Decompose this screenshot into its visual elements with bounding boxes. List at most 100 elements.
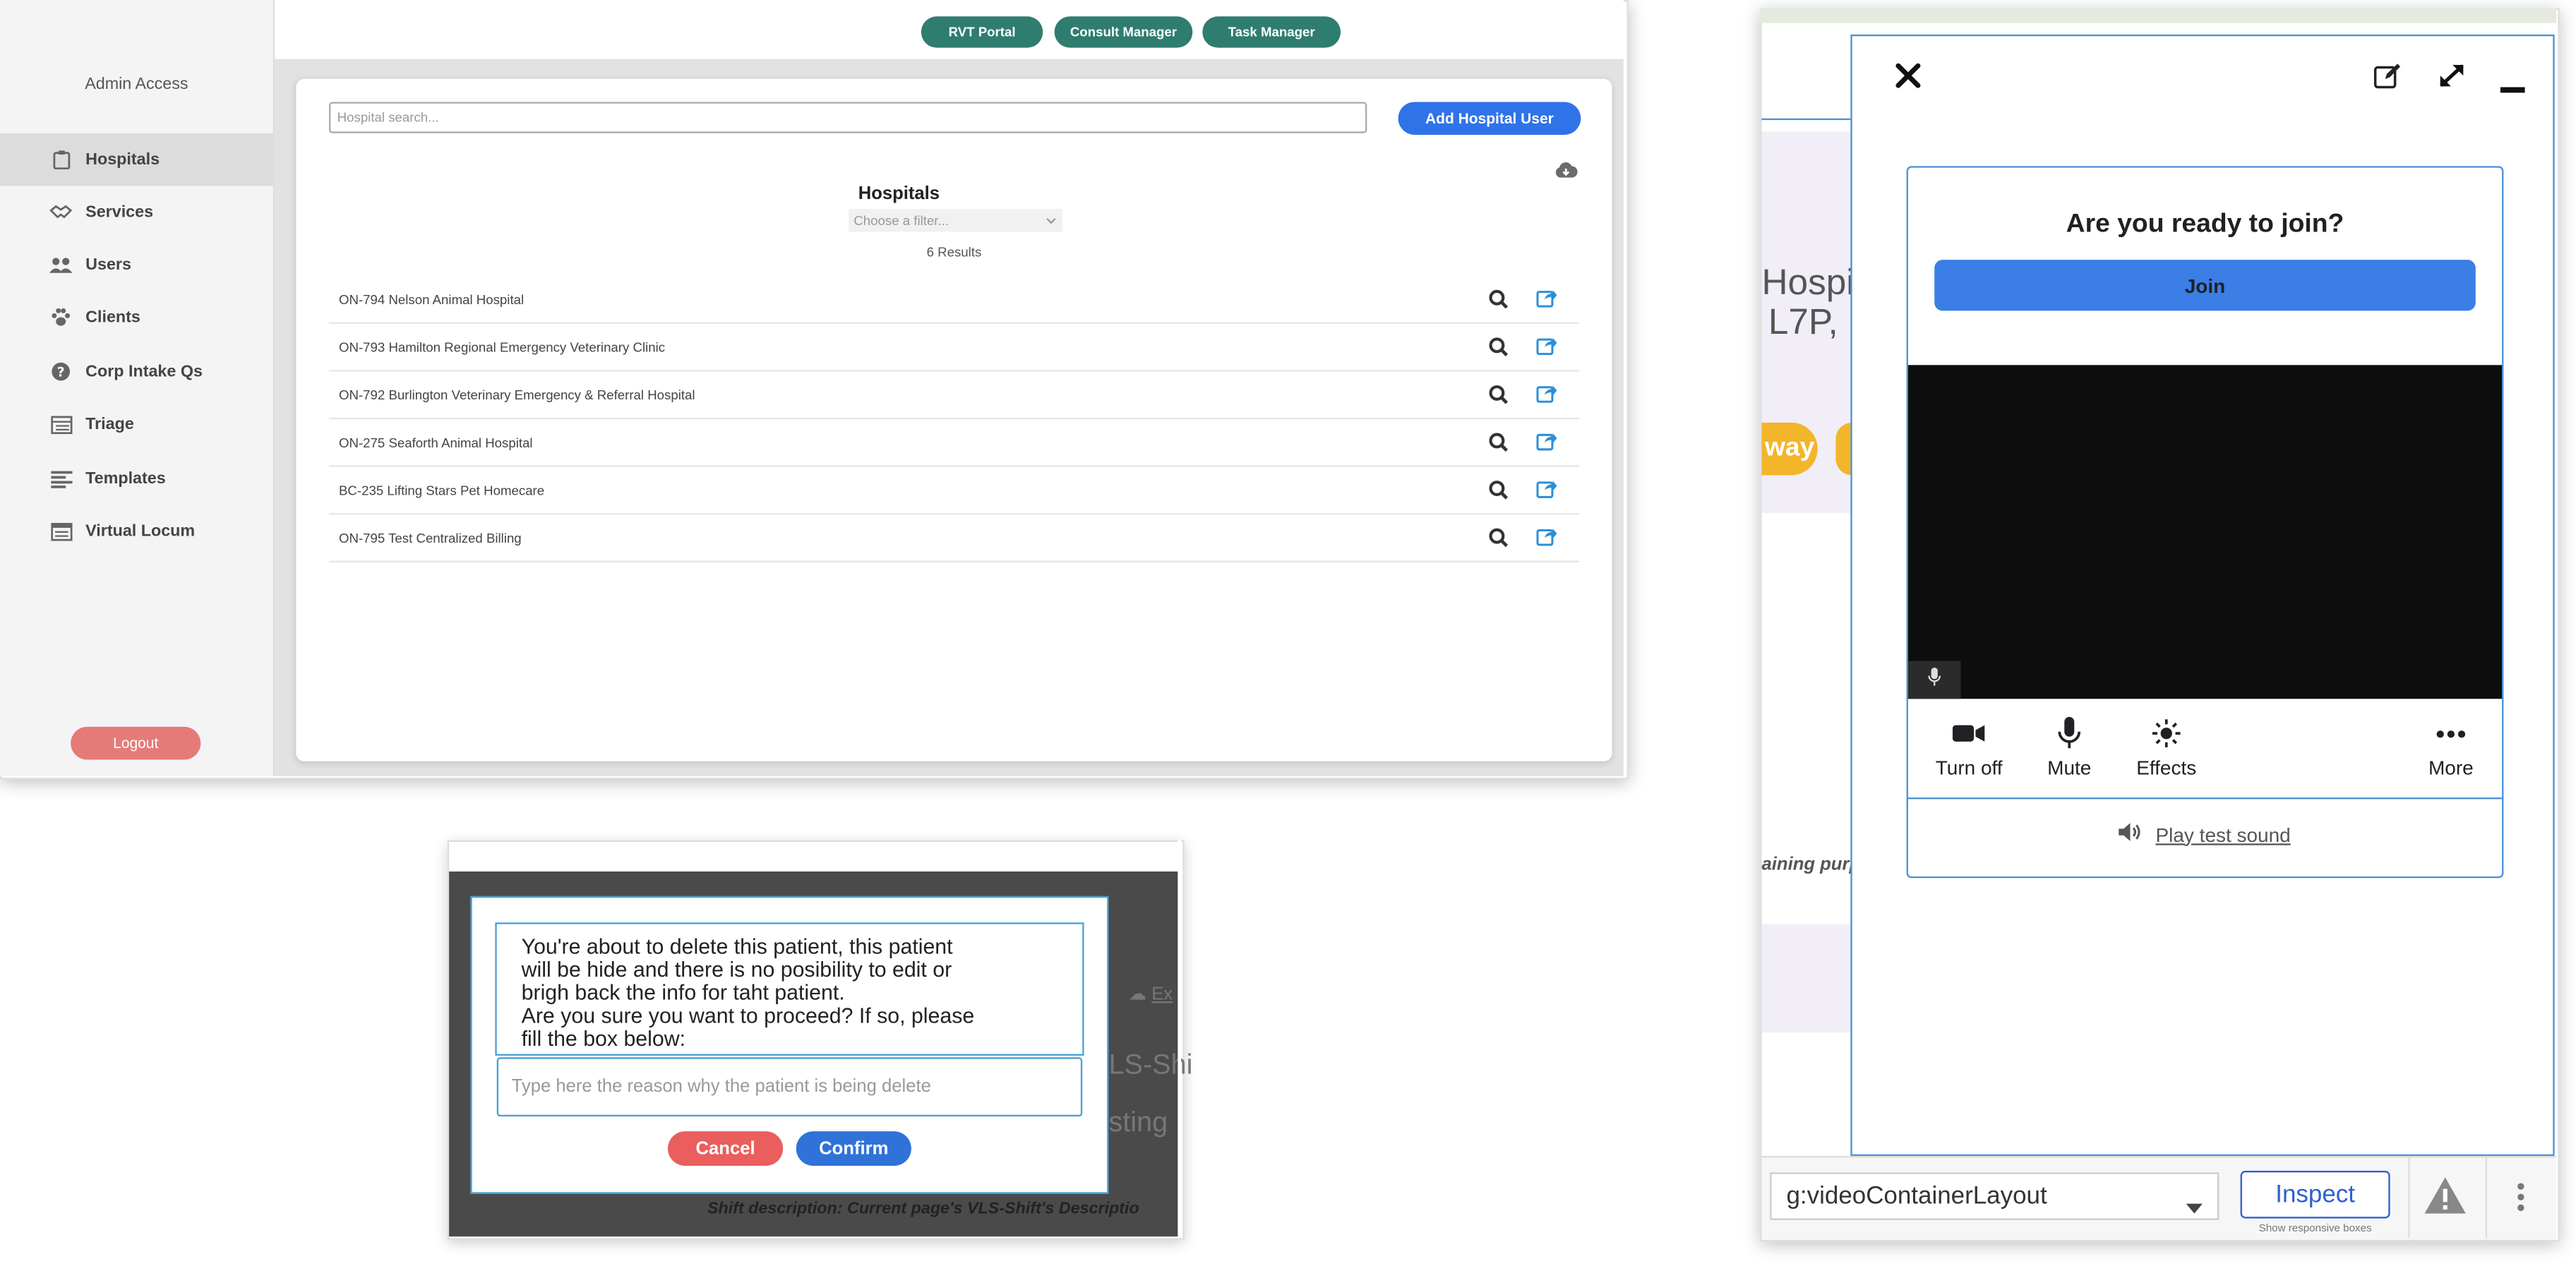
layout-select[interactable]: g:videoContainerLayout [1770, 1172, 2219, 1220]
sidebar-item-virtual-locum[interactable]: Virtual Locum [0, 505, 273, 557]
window-edge [1178, 840, 1182, 1237]
cloud-download-icon[interactable] [1554, 158, 1578, 188]
sidebar-item-label: Virtual Locum [85, 522, 196, 541]
sidebar-item-triage[interactable]: Triage [0, 398, 273, 451]
background-badge: way [1761, 422, 1818, 476]
background-text: Hospit L7P, [1762, 263, 1852, 342]
hospital-search-input[interactable]: Hospital search... [329, 102, 1367, 133]
ready-to-join-title: Are you ready to join? [2066, 210, 2344, 239]
consult-manager-button[interactable]: Consult Manager [1054, 16, 1193, 48]
external-link-icon[interactable] [1536, 526, 1557, 550]
paw-icon [49, 308, 73, 327]
divider [2408, 1157, 2410, 1238]
external-link-icon[interactable] [1536, 478, 1557, 502]
delete-reason-input[interactable]: Type here the reason why the patient is … [496, 1057, 1083, 1117]
divider [2485, 1157, 2488, 1238]
question-circle-icon: ? [49, 362, 73, 382]
close-icon[interactable] [1895, 63, 1921, 97]
divider [1907, 797, 2503, 800]
join-button[interactable]: Join [1934, 260, 2476, 311]
kebab-menu-icon[interactable] [2517, 1182, 2525, 1220]
sidebar-item-label: Users [85, 255, 131, 274]
sidebar-item-label: Services [85, 203, 154, 222]
filter-placeholder: Choose a filter... [853, 212, 949, 228]
warning-icon[interactable] [2423, 1176, 2467, 1224]
sidebar-item-corp-intake[interactable]: ? Corp Intake Qs [0, 345, 273, 398]
video-camera-icon [1952, 717, 1986, 750]
mic-level-badge [1907, 661, 1961, 699]
layout-select-value: g:videoContainerLayout [1786, 1182, 2047, 1210]
clipboard-icon [49, 150, 73, 170]
external-link-icon[interactable] [1536, 288, 1557, 311]
hospital-name: ON-275 Seaforth Animal Hospital [339, 435, 533, 450]
sidebar-item-services[interactable]: Services [0, 186, 273, 239]
message-line: brigh back the info for taht patient. [521, 979, 845, 1005]
handshake-icon [49, 203, 73, 222]
results-count: 6 Results [926, 245, 982, 260]
search-icon[interactable] [1489, 385, 1509, 408]
logout-button[interactable]: Logout [71, 726, 201, 760]
microphone-icon [2058, 716, 2081, 750]
control-label: Effects [2136, 756, 2197, 780]
hospital-name: ON-794 Nelson Animal Hospital [339, 291, 525, 307]
search-icon[interactable] [1489, 337, 1509, 361]
sidebar-item-label: Hospitals [85, 150, 160, 169]
table-row: ON-275 Seaforth Animal Hospital [329, 419, 1579, 467]
sidebar-item-label: Corp Intake Qs [85, 362, 203, 381]
delete-warning-message: You're about to delete this patient, thi… [495, 922, 1084, 1056]
mute-button[interactable]: Mute [2020, 716, 2119, 780]
expand-icon[interactable] [2438, 63, 2466, 97]
filter-select[interactable]: Choose a filter... [849, 208, 1063, 232]
camera-preview [1907, 365, 2503, 699]
search-icon[interactable] [1489, 480, 1509, 503]
more-options-button[interactable]: More [2402, 717, 2500, 780]
sidebar-item-users[interactable]: Users [0, 239, 273, 291]
control-label: More [2428, 756, 2474, 780]
table-row: ON-794 Nelson Animal Hospital [329, 276, 1579, 325]
more-horizontal-icon [2436, 717, 2466, 750]
inspect-button[interactable]: Inspect [2240, 1171, 2390, 1219]
hospitals-list-title: Hospitals [858, 183, 940, 204]
message-line: Are you sure you want to proceed? If so,… [521, 1003, 975, 1028]
sidebar-item-clients[interactable]: Clients [0, 291, 273, 344]
chevron-down-icon [1046, 214, 1056, 229]
shift-description-text: Shift description: Current page's VLS-Sh… [707, 1200, 1139, 1219]
sidebar-item-label: Templates [85, 469, 166, 488]
control-label: Turn off [1935, 756, 2003, 780]
rvt-portal-button[interactable]: RVT Portal [921, 16, 1043, 48]
table-row: ON-795 Test Centralized Billing [329, 514, 1579, 562]
sidebar-item-hospitals[interactable]: Hospitals [0, 133, 273, 186]
external-link-icon[interactable] [1536, 335, 1557, 358]
edit-icon[interactable] [2373, 63, 2402, 97]
list-table-icon [49, 414, 73, 434]
search-icon[interactable] [1489, 528, 1509, 551]
task-manager-button[interactable]: Task Manager [1202, 16, 1341, 48]
background-text: aining purp [1761, 855, 1852, 875]
search-icon[interactable] [1489, 289, 1509, 313]
export-link-label: Ex [1151, 984, 1173, 1005]
calendar-table-icon [49, 522, 73, 541]
table-row: ON-792 Burlington Veterinary Emergency &… [329, 372, 1579, 420]
message-line: fill the box below: [521, 1025, 686, 1051]
window-top-strip [1760, 8, 2556, 23]
turn-off-camera-button[interactable]: Turn off [1919, 717, 2018, 780]
external-link-icon[interactable] [1536, 383, 1557, 406]
background-badge [1835, 422, 1852, 476]
search-icon[interactable] [1489, 433, 1509, 456]
background-text-line: Hospit [1761, 263, 1852, 303]
hospital-name: ON-795 Test Centralized Billing [339, 530, 522, 545]
sidebar-item-templates[interactable]: Templates [0, 452, 273, 505]
minimize-icon[interactable] [2500, 73, 2525, 102]
play-test-sound-label: Play test sound [2155, 823, 2291, 846]
sidebar-item-label: Triage [85, 415, 134, 433]
table-row: BC-235 Lifting Stars Pet Homecare [329, 467, 1579, 515]
hospital-name: ON-793 Hamilton Regional Emergency Veter… [339, 339, 666, 355]
cancel-button[interactable]: Cancel [668, 1131, 784, 1166]
external-link-icon[interactable] [1536, 430, 1557, 454]
control-label: Mute [2047, 756, 2092, 780]
play-test-sound-link[interactable]: Play test sound [1908, 822, 2502, 847]
confirm-button[interactable]: Confirm [796, 1131, 911, 1166]
add-hospital-user-button[interactable]: Add Hospital User [1398, 102, 1581, 135]
table-row: ON-793 Hamilton Regional Emergency Veter… [329, 324, 1579, 372]
effects-button[interactable]: Effects [2117, 717, 2216, 780]
